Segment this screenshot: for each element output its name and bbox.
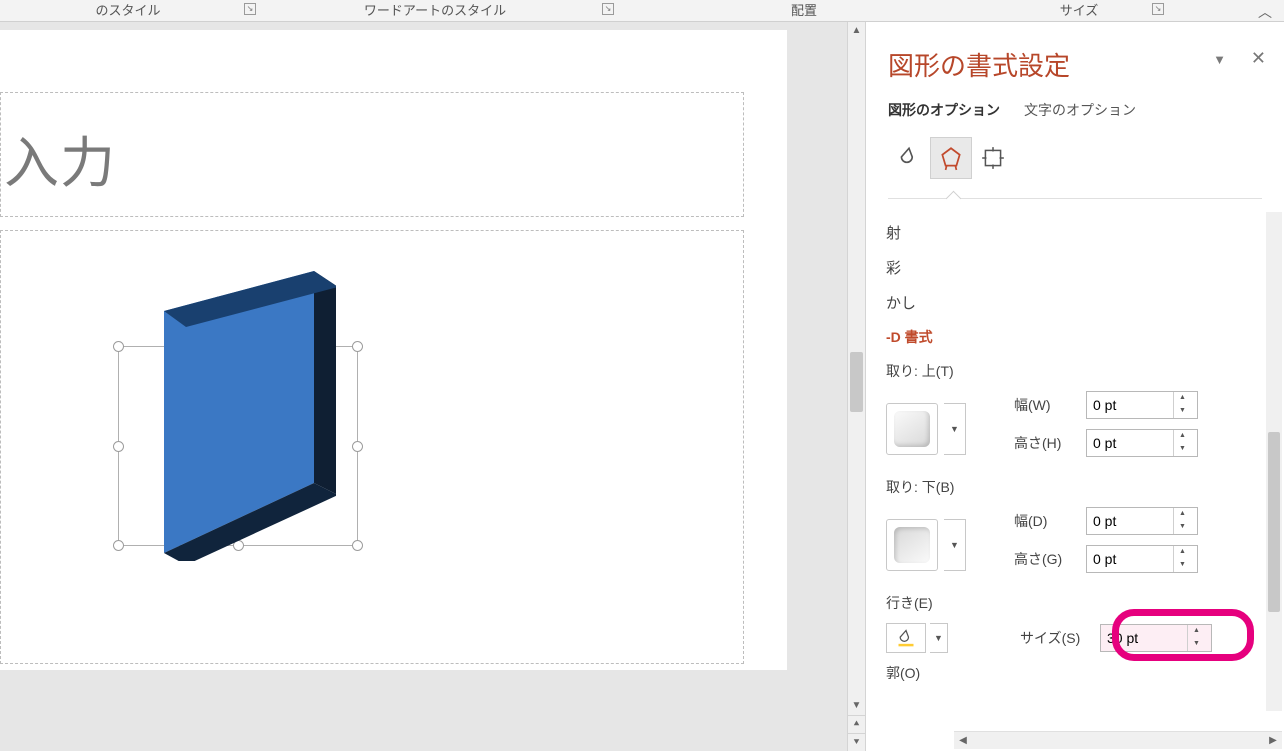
scroll-up-icon[interactable]: ▲: [848, 22, 865, 40]
pane-category-icons: [888, 137, 1014, 179]
resize-handle[interactable]: [352, 540, 363, 551]
scroll-left-icon[interactable]: ◀: [954, 732, 972, 750]
effects-icon[interactable]: [930, 137, 972, 179]
spinner-up-icon[interactable]: ▲: [1174, 546, 1191, 559]
ribbon-group-arrange: 配置: [614, 0, 994, 19]
scrollbar-thumb[interactable]: [1268, 432, 1280, 612]
pane-vertical-scrollbar[interactable]: [1266, 212, 1282, 711]
selected-shape[interactable]: [118, 326, 358, 566]
ribbon-groups: のスタイル ↘ ワードアートのスタイル ↘ 配置 サイズ ↘ ︿: [0, 0, 1284, 22]
collapse-ribbon-icon[interactable]: ︿: [1258, 2, 1272, 22]
height-h-label: 高さ(H): [1014, 433, 1086, 453]
next-slide-icon[interactable]: ⯆: [848, 733, 865, 751]
bevel-bottom-preset[interactable]: [886, 519, 938, 571]
bevel-top-label: 取り: 上(T): [886, 361, 1254, 381]
section-reflection[interactable]: 射: [886, 222, 1254, 243]
bevel-top-dropdown-icon[interactable]: ▼: [944, 403, 966, 455]
pane-options-dropdown-icon[interactable]: ▼: [1213, 52, 1226, 67]
bevel-top-preset[interactable]: [886, 403, 938, 455]
prev-slide-icon[interactable]: ⯅: [848, 715, 865, 733]
spinner-down-icon[interactable]: ▼: [1174, 559, 1191, 572]
section-glow[interactable]: 彩: [886, 257, 1254, 278]
resize-handle[interactable]: [113, 540, 124, 551]
scroll-down-icon[interactable]: ▼: [848, 697, 865, 715]
width-d-input[interactable]: ▲▼: [1086, 507, 1198, 535]
depth-size-input[interactable]: ▲▼: [1100, 624, 1212, 652]
width-w-label: 幅(W): [1014, 395, 1086, 415]
height-h-field[interactable]: [1087, 435, 1173, 451]
dialog-launcher-icon[interactable]: ↘: [602, 3, 614, 15]
resize-handle[interactable]: [113, 341, 124, 352]
scroll-right-icon[interactable]: ▶: [1264, 732, 1282, 750]
height-h-input[interactable]: ▲▼: [1086, 429, 1198, 457]
dialog-launcher-icon[interactable]: ↘: [1152, 3, 1164, 15]
size-s-label: サイズ(S): [1020, 628, 1100, 648]
spinner-down-icon[interactable]: ▼: [1174, 521, 1191, 534]
depth-color-dropdown-icon[interactable]: ▼: [930, 623, 948, 653]
height-g-label: 高さ(G): [1014, 549, 1086, 569]
pane-tabs: 図形のオプション 文字のオプション: [888, 100, 1136, 120]
depth-size-field[interactable]: [1101, 630, 1187, 646]
bevel-bottom-label: 取り: 下(B): [886, 477, 1254, 497]
width-w-input[interactable]: ▲▼: [1086, 391, 1198, 419]
content-placeholder[interactable]: [0, 230, 744, 664]
contour-label: 郭(O): [886, 663, 1254, 683]
spinner-down-icon[interactable]: ▼: [1174, 443, 1191, 456]
depth-color-button[interactable]: [886, 623, 926, 653]
slide-canvas: 入力 ▲: [0, 22, 865, 751]
tab-shape-options[interactable]: 図形のオプション: [888, 100, 1000, 120]
section-softedges[interactable]: かし: [886, 292, 1254, 313]
ribbon-group-wordart-styles: ワードアートのスタイル: [256, 0, 614, 19]
width-w-field[interactable]: [1087, 397, 1173, 413]
dialog-launcher-icon[interactable]: ↘: [244, 3, 256, 15]
spinner-up-icon[interactable]: ▲: [1174, 508, 1191, 521]
spinner-down-icon[interactable]: ▼: [1188, 638, 1205, 651]
shape-3d-box[interactable]: [136, 271, 336, 561]
pane-divider: [888, 198, 1262, 199]
format-shape-pane: 図形の書式設定 ▼ ✕ 図形のオプション 文字のオプション 射 彩 かし -D …: [865, 22, 1284, 751]
width-d-field[interactable]: [1087, 513, 1173, 529]
pane-horizontal-scrollbar[interactable]: ◀ ▶: [954, 731, 1282, 749]
tab-text-options[interactable]: 文字のオプション: [1024, 100, 1136, 120]
height-g-input[interactable]: ▲▼: [1086, 545, 1198, 573]
resize-handle[interactable]: [113, 441, 124, 452]
spinner-up-icon[interactable]: ▲: [1188, 625, 1205, 638]
section-3d-format[interactable]: -D 書式: [886, 327, 1254, 347]
spinner-up-icon[interactable]: ▲: [1174, 430, 1191, 443]
width-d-label: 幅(D): [1014, 511, 1086, 531]
depth-label: 行き(E): [886, 593, 1254, 613]
bevel-bottom-dropdown-icon[interactable]: ▼: [944, 519, 966, 571]
resize-handle[interactable]: [352, 441, 363, 452]
spinner-up-icon[interactable]: ▲: [1174, 392, 1191, 405]
height-g-field[interactable]: [1087, 551, 1173, 567]
ribbon-group-size: サイズ: [994, 0, 1164, 19]
close-pane-icon[interactable]: ✕: [1251, 48, 1266, 69]
resize-handle[interactable]: [352, 341, 363, 352]
scrollbar-thumb[interactable]: [850, 352, 863, 412]
spinner-down-icon[interactable]: ▼: [1174, 405, 1191, 418]
vertical-scrollbar[interactable]: ▲ ▼ ⯅ ⯆: [847, 22, 865, 751]
title-placeholder-text: 入力: [4, 118, 116, 198]
pane-title: 図形の書式設定: [888, 46, 1070, 83]
size-properties-icon[interactable]: [972, 137, 1014, 179]
fill-line-icon[interactable]: [888, 137, 930, 179]
slide[interactable]: 入力: [0, 30, 787, 670]
ribbon-group-shape-styles: のスタイル: [0, 0, 256, 19]
pane-body: 射 彩 かし -D 書式 取り: 上(T) ▼ 幅(W) ▲▼ 高さ(H): [886, 222, 1254, 725]
